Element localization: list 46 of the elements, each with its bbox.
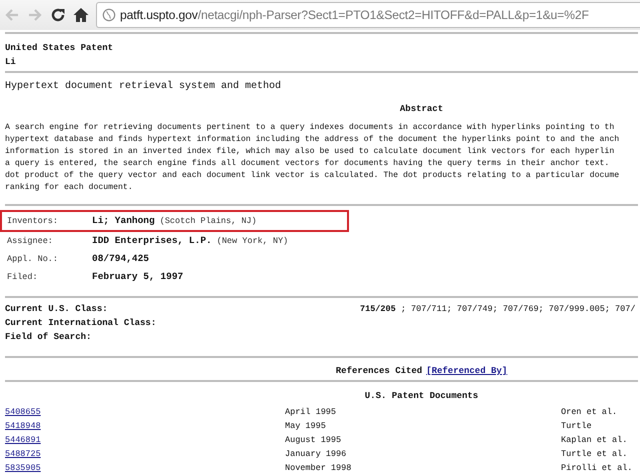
patent-inventor: Oren et al. [561, 406, 618, 419]
abstract-line: a query is entered, the search engine finds all document vectors for documents having the query terms in their anchor text. [5, 158, 610, 170]
field-label: Inventors: [7, 215, 60, 228]
references-heading: References Cited [336, 365, 422, 378]
field-location: (Scotch Plains, NJ) [160, 215, 257, 228]
patent-number-link[interactable]: 5835905 [5, 461, 285, 473]
class-label: Current U.S. Class: [5, 303, 109, 316]
field-label: Filed: [7, 271, 39, 284]
patent-number-link[interactable]: 5408655 [5, 405, 285, 419]
field-value: Li; Yanhong [92, 214, 155, 228]
patent-inventor: Pirolli et al. [561, 462, 632, 473]
class-label: Field of Search: [5, 331, 92, 344]
document-type: United States Patent [5, 42, 114, 55]
abstract-heading: Abstract [398, 103, 444, 116]
field-label: Appl. No.: [7, 253, 60, 266]
patent-date: May 1995 [285, 420, 327, 433]
referenced-by-link[interactable]: [Referenced By] [426, 364, 508, 378]
address-bar[interactable]: patft.uspto.gov/netacgi/nph-Parser?Sect1=PTO1&Sect2=HITOFF&d=PALL&p=1&u=%2F [96, 2, 640, 28]
abstract-line: A search engine for retrieving documents pertinent to a query indexes documents in accordance with hyperlinks pointing to th [5, 122, 614, 134]
patent-documents-heading: U.S. Patent Documents [364, 390, 480, 403]
patent-inventor: Turtle et al. [561, 448, 628, 461]
patent-date: August 1995 [285, 434, 342, 447]
patent-date: April 1995 [285, 406, 338, 419]
patent-inventor: Kaplan et al. [561, 434, 628, 447]
patent-date: January 1996 [285, 448, 348, 461]
field-label: Assignee: [7, 235, 54, 248]
reload-icon[interactable] [50, 7, 66, 23]
class-value: 715/205 ; 707/711; 707/749; 707/769; 707/999.005; 707/ [360, 303, 636, 316]
patent-date: November 1998 [285, 462, 352, 473]
field-value: 08/794,425 [92, 252, 150, 266]
abstract-line: ranking for each document. [5, 182, 133, 194]
abstract-line: dot product of the query vector and each document link vector is calculated. The dot products relating to a particular docume [5, 170, 620, 182]
patent-number-link[interactable]: 5418948 [5, 419, 285, 433]
field-location: (New York, NY) [216, 235, 288, 248]
patent-number-link[interactable]: 5446891 [5, 433, 285, 447]
class-label: Current International Class: [5, 317, 158, 330]
home-icon[interactable] [73, 7, 89, 23]
patent-inventor: Turtle [561, 420, 592, 433]
abstract-line: hypertext database and finds hypertext information including the address of the document the hyperlinks point to and the anch [5, 134, 620, 146]
inventor-surname: Li [5, 56, 17, 69]
patent-title: Hypertext document retrieval system and method [5, 80, 282, 94]
abstract-line: information is stored in an inverted index file, which may also be used to calculate document link vectors for each hyperlin [5, 146, 614, 158]
field-value: February 5, 1997 [92, 270, 184, 284]
url-text: patft.uspto.gov/netacgi/nph-Parser?Sect1=PTO1&Sect2=HITOFF&d=PALL&p=1&u=%2F [120, 8, 589, 22]
field-value: IDD Enterprises, L.P. [92, 234, 212, 248]
patent-number-link[interactable]: 5488725 [5, 447, 285, 461]
